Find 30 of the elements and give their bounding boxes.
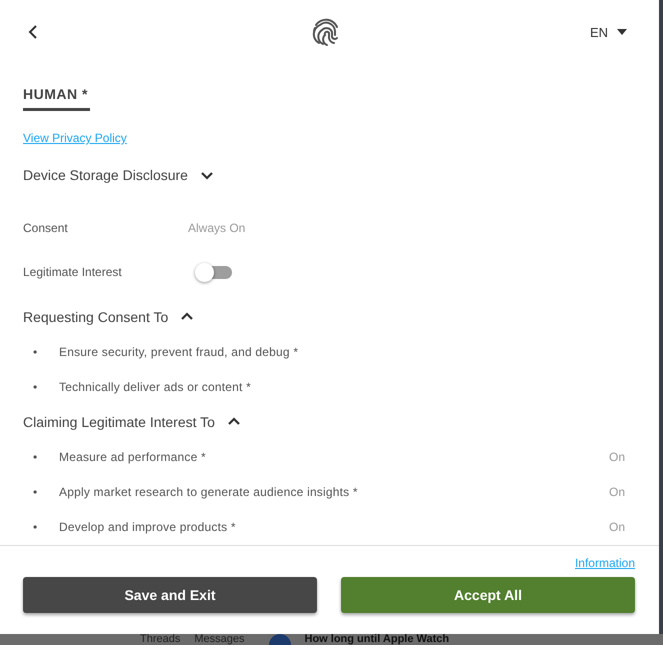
purpose-label: Apply market research to generate audience insights * — [59, 484, 359, 498]
bullet-mark: • — [33, 520, 38, 534]
status-text: On — [608, 484, 625, 498]
purpose-label: Ensure security, prevent fraud, and debug * — [59, 344, 300, 358]
group-toggle[interactable]: Requesting Consent To — [23, 308, 194, 324]
caret-down-icon — [617, 29, 627, 35]
language-dropdown[interactable]: EN — [590, 24, 627, 40]
avatar-icon — [268, 634, 290, 645]
article-headline[interactable]: How long until Apple Watch — [304, 634, 450, 645]
bullet-mark: • — [33, 450, 38, 464]
vendor-tab[interactable]: HUMAN * — [23, 86, 90, 111]
chevron-left-icon — [28, 25, 38, 39]
group-toggle[interactable]: Claiming Legitimate Interest To — [23, 414, 241, 430]
disclosure-toggle[interactable]: Device Storage Disclosure — [23, 167, 214, 183]
setting-label: Legitimate Interest — [23, 265, 123, 279]
status-text: Always On — [188, 221, 246, 235]
bullet-mark: • — [33, 344, 38, 358]
purpose-label: Develop and improve products * — [59, 520, 237, 534]
setting-label: Consent — [23, 221, 69, 235]
fingerprint-logo-icon — [310, 17, 341, 47]
status-text: On — [608, 520, 625, 534]
save-exit-button[interactable]: Save and Exit — [23, 577, 317, 613]
status-text: On — [608, 450, 625, 464]
accept-all-button[interactable]: Accept All — [341, 577, 635, 613]
purpose-label: Technically deliver ads or content * — [59, 380, 252, 394]
bullet-mark: • — [33, 484, 38, 498]
back-button[interactable] — [28, 25, 38, 39]
bullet-mark: • — [33, 380, 38, 394]
purpose-label: Measure ad performance * — [59, 450, 207, 464]
toggle-switch[interactable] — [197, 266, 232, 278]
